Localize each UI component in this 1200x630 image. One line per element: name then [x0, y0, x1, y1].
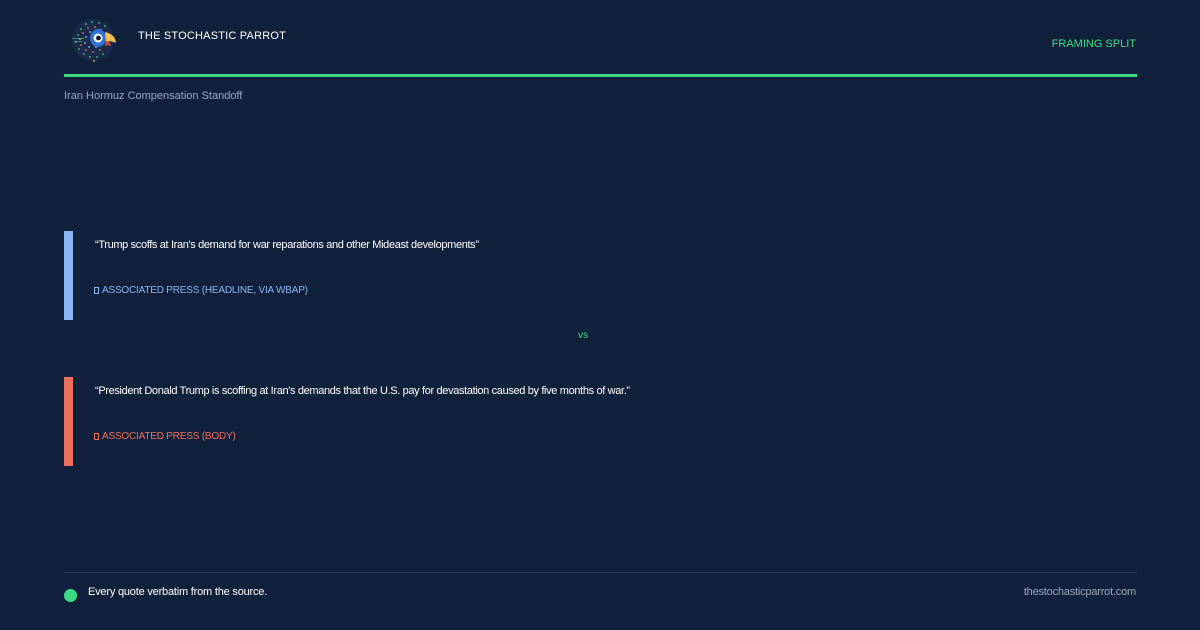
quote-source: ASSOCIATED PRESS (HEADLINE, VIA WBAP): [94, 285, 308, 296]
quote-card-body: “President Donald Trump is scoffing at I…: [64, 377, 1064, 466]
versus-label: vs: [578, 330, 588, 341]
brand-name: THE STOCHASTIC PARROT: [138, 30, 287, 42]
quote-source-label: ASSOCIATED PRESS (BODY): [102, 431, 236, 442]
status-dot-icon: [64, 589, 77, 602]
source-icon: [94, 287, 99, 294]
quote-source-label: ASSOCIATED PRESS (HEADLINE, VIA WBAP): [102, 285, 308, 296]
footer-site-link[interactable]: thestochasticparrot.com: [1024, 586, 1136, 598]
quote-text: “Trump scoffs at Iran's demand for war r…: [95, 239, 479, 251]
footer-note: Every quote verbatim from the source.: [88, 586, 268, 598]
parrot-logo-icon: [72, 19, 116, 62]
quote-accent-bar: [64, 377, 73, 466]
quote-text: “President Donald Trump is scoffing at I…: [95, 385, 630, 397]
source-icon: [94, 433, 99, 440]
section-tag: FRAMING SPLIT: [1051, 38, 1136, 50]
header-divider: [64, 74, 1137, 77]
footer-divider: [64, 572, 1137, 573]
quote-card-headline: “Trump scoffs at Iran's demand for war r…: [64, 231, 1064, 320]
quote-source: ASSOCIATED PRESS (BODY): [94, 431, 236, 442]
quote-accent-bar: [64, 231, 73, 320]
story-topic: Iran Hormuz Compensation Standoff: [64, 90, 243, 102]
